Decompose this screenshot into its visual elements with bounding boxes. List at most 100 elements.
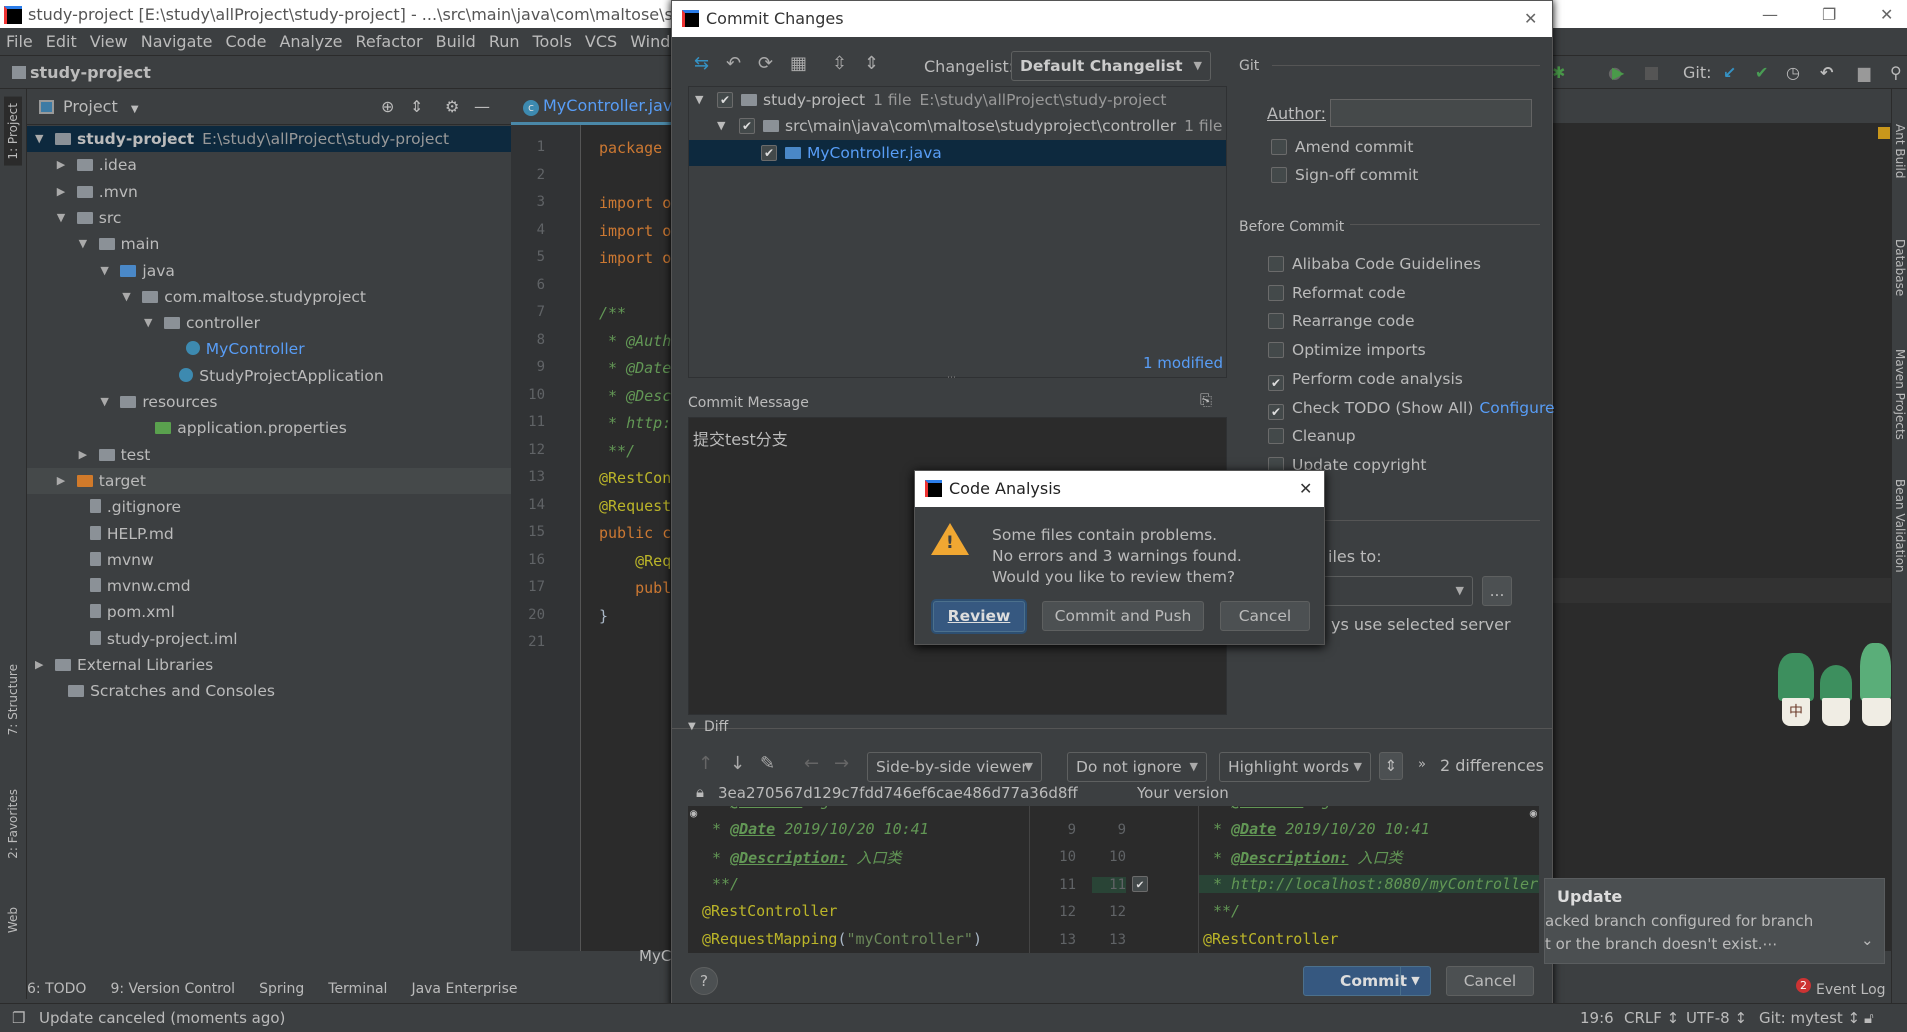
tree-item[interactable]: Scratches and Consoles	[27, 678, 511, 704]
menu-file[interactable]: File	[6, 32, 33, 51]
tree-item[interactable]: mvnw.cmd	[27, 573, 511, 599]
tool-button[interactable]: 9: Version Control	[110, 981, 235, 997]
change-item[interactable]: ▼ ✔ study-project 1 file E:\study\allProject…	[689, 87, 1226, 113]
author-input[interactable]	[1330, 99, 1532, 127]
tool-button[interactable]: Terminal	[328, 981, 387, 997]
stop-icon[interactable]	[1645, 67, 1658, 80]
tree-item[interactable]: ▶ External Libraries	[27, 652, 511, 678]
tool-window-ant-build[interactable]: Ant Build	[1893, 124, 1907, 178]
cancel-button[interactable]: Cancel	[1446, 966, 1534, 996]
tree-item[interactable]: ▼ study-project E:\study\allProject\study-…	[27, 126, 511, 152]
checkbox[interactable]	[1268, 313, 1284, 330]
eye-icon[interactable]: ◉	[1530, 806, 1537, 820]
menu-navigate[interactable]: Navigate	[141, 32, 213, 51]
chevron-down-icon[interactable]: ▼	[79, 231, 87, 257]
restore-button[interactable]: ❐	[1822, 0, 1836, 30]
edit-source-icon[interactable]: ✎	[760, 753, 775, 774]
option-checkbox[interactable]: Alibaba Code Guidelines	[1268, 255, 1481, 273]
minimize-button[interactable]: —	[1762, 0, 1778, 30]
tree-item[interactable]: study-project.iml	[27, 626, 511, 652]
commit-message-history-icon[interactable]: ⎘	[1200, 391, 1212, 409]
collapse-unchanged-button[interactable]: ⇕	[1379, 752, 1403, 780]
tree-item[interactable]: HELP.md	[27, 521, 511, 547]
tool-button[interactable]: 6: TODO	[27, 981, 86, 997]
change-item[interactable]: ✔ MyController.java	[689, 139, 1226, 166]
tool-window-database[interactable]: Database	[1893, 239, 1907, 296]
chevron-right-icon[interactable]: ▶	[79, 442, 87, 468]
search-icon[interactable]: ⚲	[1890, 57, 1902, 89]
chevron-right-icon[interactable]: ▶	[57, 179, 65, 205]
checkbox[interactable]	[1268, 256, 1284, 272]
expand-all-icon[interactable]: ⇳	[832, 53, 847, 74]
browse-button[interactable]: ...	[1482, 576, 1512, 606]
commit-and-push-button[interactable]: Commit and Push	[1042, 601, 1204, 631]
expand-chevron-icon[interactable]: ⌄	[1861, 931, 1874, 949]
checkbox[interactable]: ✔	[1268, 374, 1284, 391]
option-checkbox[interactable]: ✔ Perform code analysis	[1268, 370, 1463, 391]
checkbox[interactable]: ✔	[1268, 403, 1284, 420]
chevron-down-icon[interactable]: ▼	[695, 87, 703, 113]
viewer-select[interactable]: Side-by-side viewer ▼	[867, 752, 1042, 782]
cancel-button[interactable]: Cancel	[1220, 601, 1310, 631]
collapse-all-icon[interactable]: ⇕	[410, 89, 423, 125]
menu-analyze[interactable]: Analyze	[279, 32, 342, 51]
change-checkbox[interactable]: ✔	[717, 92, 733, 108]
git-commit-icon[interactable]: ✔	[1755, 57, 1768, 89]
git-branch[interactable]: Git: mytest ↕	[1759, 1004, 1860, 1032]
next-difference-icon[interactable]: ↓	[730, 753, 745, 774]
tree-item[interactable]: ▼ main	[27, 231, 511, 257]
chevron-right-icon[interactable]: ▶	[57, 152, 65, 178]
warning-marker[interactable]	[1878, 127, 1890, 139]
checkbox[interactable]	[1271, 139, 1287, 155]
configure-link[interactable]: Configure	[1479, 399, 1554, 417]
option-checkbox[interactable]: Cleanup	[1268, 427, 1356, 445]
menu-code[interactable]: Code	[226, 32, 267, 51]
highlight-select[interactable]: Highlight words ▼	[1219, 752, 1371, 782]
checkbox[interactable]	[1268, 342, 1284, 359]
menu-refactor[interactable]: Refactor	[356, 32, 423, 51]
change-item[interactable]: ▼ ✔ src\main\java\com\maltose\studyproject…	[689, 113, 1226, 139]
tree-item[interactable]: ▼ src	[27, 205, 511, 231]
group-by-icon[interactable]: ▦	[790, 53, 807, 74]
project-structure-icon[interactable]: ▆	[1858, 57, 1870, 89]
menu-tools[interactable]: Tools	[533, 32, 572, 51]
back-icon[interactable]: ←	[804, 753, 819, 774]
close-dialog-button[interactable]: ✕	[1299, 471, 1312, 507]
rollback-icon[interactable]: ↶	[1820, 57, 1833, 89]
menu-vcs[interactable]: VCS	[585, 32, 617, 51]
previous-difference-icon[interactable]: ↑	[698, 753, 713, 774]
tab-mycontroller[interactable]: c MyController.java	[511, 89, 672, 125]
history-icon[interactable]: ◷	[1786, 57, 1800, 89]
chevron-down-icon[interactable]: ▼	[717, 113, 725, 139]
tree-item[interactable]: ▼ com.maltose.studyproject	[27, 284, 511, 310]
debug-icon[interactable]: ✱	[1552, 57, 1565, 89]
change-checkbox[interactable]: ✔	[761, 144, 777, 161]
splitter-handle[interactable]: ⋯	[947, 373, 956, 383]
collapse-all-icon[interactable]: ⇕	[864, 53, 879, 74]
tool-window-structure[interactable]: 7: Structure	[6, 664, 20, 735]
tree-item[interactable]: ▶ target	[27, 467, 511, 494]
code-editor[interactable]: c MyController.java 1 package 2 3 import o 4 im…	[511, 89, 702, 965]
caret-position[interactable]: 19:6	[1580, 1004, 1614, 1032]
tree-item[interactable]: ▶ .mvn	[27, 179, 511, 205]
hide-panel-icon[interactable]: —	[474, 89, 490, 125]
tool-window-favorites[interactable]: 2: Favorites	[6, 789, 20, 859]
line-separator[interactable]: CRLF ↕	[1624, 1004, 1679, 1032]
commit-options-chevron-icon[interactable]: ▼	[1400, 967, 1430, 995]
changelist-select[interactable]: Default Changelist ▼	[1011, 51, 1211, 81]
option-checkbox[interactable]: Sign-off commit	[1271, 166, 1418, 184]
diff-collapse-icon[interactable]: ▼	[688, 721, 696, 732]
tree-item[interactable]: ▶ .idea	[27, 152, 511, 178]
option-checkbox[interactable]: Amend commit	[1271, 138, 1413, 156]
diff-left-pane[interactable]: * @Author: sgw * @Date 2019/10/20 10:41 * …	[688, 806, 1029, 953]
chevron-right-icon[interactable]: ▶	[35, 652, 43, 678]
tree-item[interactable]: StudyProjectApplication	[27, 363, 511, 389]
tool-window-bean-validation[interactable]: Bean Validation	[1893, 479, 1907, 573]
chevron-down-icon[interactable]: ▼	[122, 284, 130, 310]
menu-view[interactable]: View	[90, 32, 128, 51]
breadcrumb-project[interactable]: study-project	[30, 63, 151, 82]
ignore-select[interactable]: Do not ignore ▼	[1067, 752, 1207, 782]
project-view-selector[interactable]: Project	[63, 97, 118, 116]
tool-window-maven[interactable]: Maven Projects	[1893, 349, 1907, 440]
tree-item[interactable]: mvnw	[27, 547, 511, 573]
